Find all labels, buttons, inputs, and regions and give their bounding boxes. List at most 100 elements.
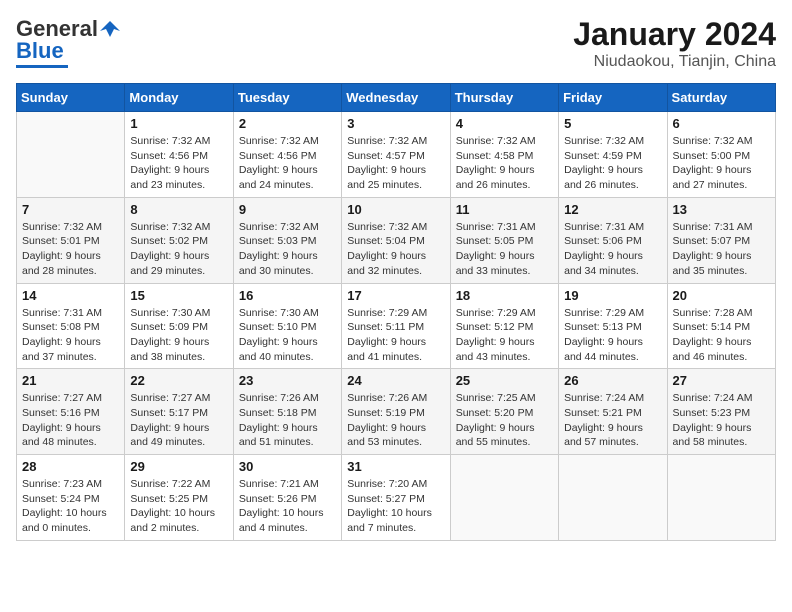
day-number: 14 [22, 288, 119, 303]
calendar-cell: 27Sunrise: 7:24 AMSunset: 5:23 PMDayligh… [667, 369, 775, 455]
logo-blue: Blue [16, 38, 64, 64]
day-detail: Sunrise: 7:32 AMSunset: 4:59 PMDaylight:… [564, 134, 661, 193]
day-number: 26 [564, 373, 661, 388]
day-detail: Sunrise: 7:21 AMSunset: 5:26 PMDaylight:… [239, 477, 336, 536]
day-number: 1 [130, 116, 227, 131]
calendar-cell: 1 Sunrise: 7:32 AMSunset: 4:56 PMDaylight… [125, 112, 233, 198]
day-number: 6 [673, 116, 770, 131]
day-number: 3 [347, 116, 444, 131]
calendar-cell: 4Sunrise: 7:32 AMSunset: 4:58 PMDaylight… [450, 112, 558, 198]
calendar-cell: 26Sunrise: 7:24 AMSunset: 5:21 PMDayligh… [559, 369, 667, 455]
calendar-week-row: 7 Sunrise: 7:32 AMSunset: 5:01 PMDaylight… [17, 197, 776, 283]
calendar-cell: 18Sunrise: 7:29 AMSunset: 5:12 PMDayligh… [450, 283, 558, 369]
calendar-cell: 7 Sunrise: 7:32 AMSunset: 5:01 PMDaylight… [17, 197, 125, 283]
weekday-header-row: SundayMondayTuesdayWednesdayThursdayFrid… [17, 84, 776, 112]
calendar-cell: 29 Sunrise: 7:22 AMSunset: 5:25 PMDayligh… [125, 455, 233, 541]
calendar-cell: 23 Sunrise: 7:26 AMSunset: 5:18 PMDayligh… [233, 369, 341, 455]
calendar-week-row: 1 Sunrise: 7:32 AMSunset: 4:56 PMDaylight… [17, 112, 776, 198]
day-detail: Sunrise: 7:28 AMSunset: 5:14 PMDaylight:… [673, 306, 770, 365]
day-detail: Sunrise: 7:32 AMSunset: 4:56 PMDaylight:… [130, 134, 227, 193]
calendar-cell: 2Sunrise: 7:32 AMSunset: 4:56 PMDaylight… [233, 112, 341, 198]
day-number: 7 [22, 202, 119, 217]
day-number: 28 [22, 459, 119, 474]
calendar-cell: 9 Sunrise: 7:32 AMSunset: 5:03 PMDaylight… [233, 197, 341, 283]
calendar-cell: 24 Sunrise: 7:26 AMSunset: 5:19 PMDayligh… [342, 369, 450, 455]
day-number: 12 [564, 202, 661, 217]
calendar-cell: 6 Sunrise: 7:32 AMSunset: 5:00 PMDaylight… [667, 112, 775, 198]
day-detail: Sunrise: 7:25 AMSunset: 5:20 PMDaylight:… [456, 391, 553, 450]
logo-bird-icon [100, 19, 120, 39]
calendar-cell: 12 Sunrise: 7:31 AMSunset: 5:06 PMDayligh… [559, 197, 667, 283]
day-number: 23 [239, 373, 336, 388]
day-number: 24 [347, 373, 444, 388]
day-detail: Sunrise: 7:27 AMSunset: 5:17 PMDaylight:… [130, 391, 227, 450]
day-number: 5 [564, 116, 661, 131]
day-number: 9 [239, 202, 336, 217]
day-detail: Sunrise: 7:31 AMSunset: 5:07 PMDaylight:… [673, 220, 770, 279]
calendar-cell: 16 Sunrise: 7:30 AMSunset: 5:10 PMDayligh… [233, 283, 341, 369]
calendar-cell: 11 Sunrise: 7:31 AMSunset: 5:05 PMDayligh… [450, 197, 558, 283]
location: Niudaokou, Tianjin, China [573, 53, 776, 71]
calendar-cell: 25 Sunrise: 7:25 AMSunset: 5:20 PMDayligh… [450, 369, 558, 455]
day-number: 18 [456, 288, 553, 303]
day-detail: Sunrise: 7:22 AMSunset: 5:25 PMDaylight:… [130, 477, 227, 536]
calendar-cell: 13 Sunrise: 7:31 AMSunset: 5:07 PMDayligh… [667, 197, 775, 283]
day-number: 15 [130, 288, 227, 303]
day-detail: Sunrise: 7:32 AMSunset: 5:00 PMDaylight:… [673, 134, 770, 193]
day-number: 10 [347, 202, 444, 217]
calendar-cell: 10 Sunrise: 7:32 AMSunset: 5:04 PMDayligh… [342, 197, 450, 283]
day-detail: Sunrise: 7:26 AMSunset: 5:19 PMDaylight:… [347, 391, 444, 450]
weekday-header: Sunday [17, 84, 125, 112]
day-number: 4 [456, 116, 553, 131]
weekday-header: Wednesday [342, 84, 450, 112]
day-number: 16 [239, 288, 336, 303]
calendar-cell [667, 455, 775, 541]
calendar-cell: 15 Sunrise: 7:30 AMSunset: 5:09 PMDayligh… [125, 283, 233, 369]
title-area: January 2024 Niudaokou, Tianjin, China [573, 16, 776, 71]
calendar-week-row: 14Sunrise: 7:31 AMSunset: 5:08 PMDayligh… [17, 283, 776, 369]
calendar-cell: 20 Sunrise: 7:28 AMSunset: 5:14 PMDayligh… [667, 283, 775, 369]
day-detail: Sunrise: 7:31 AMSunset: 5:06 PMDaylight:… [564, 220, 661, 279]
weekday-header: Thursday [450, 84, 558, 112]
calendar-cell: 21Sunrise: 7:27 AMSunset: 5:16 PMDayligh… [17, 369, 125, 455]
calendar-cell: 28 Sunrise: 7:23 AMSunset: 5:24 PMDayligh… [17, 455, 125, 541]
day-detail: Sunrise: 7:32 AMSunset: 5:01 PMDaylight:… [22, 220, 119, 279]
logo-underline [16, 65, 68, 68]
weekday-header: Friday [559, 84, 667, 112]
calendar-week-row: 21Sunrise: 7:27 AMSunset: 5:16 PMDayligh… [17, 369, 776, 455]
day-number: 19 [564, 288, 661, 303]
day-number: 21 [22, 373, 119, 388]
day-detail: Sunrise: 7:20 AMSunset: 5:27 PMDaylight:… [347, 477, 444, 536]
day-number: 13 [673, 202, 770, 217]
day-detail: Sunrise: 7:26 AMSunset: 5:18 PMDaylight:… [239, 391, 336, 450]
day-detail: Sunrise: 7:23 AMSunset: 5:24 PMDaylight:… [22, 477, 119, 536]
logo: General Blue [16, 16, 120, 68]
calendar-cell: 3Sunrise: 7:32 AMSunset: 4:57 PMDaylight… [342, 112, 450, 198]
day-detail: Sunrise: 7:32 AMSunset: 5:03 PMDaylight:… [239, 220, 336, 279]
calendar-cell [17, 112, 125, 198]
day-number: 31 [347, 459, 444, 474]
day-number: 20 [673, 288, 770, 303]
calendar-cell: 8Sunrise: 7:32 AMSunset: 5:02 PMDaylight… [125, 197, 233, 283]
day-detail: Sunrise: 7:30 AMSunset: 5:09 PMDaylight:… [130, 306, 227, 365]
day-detail: Sunrise: 7:32 AMSunset: 5:02 PMDaylight:… [130, 220, 227, 279]
day-number: 11 [456, 202, 553, 217]
day-detail: Sunrise: 7:30 AMSunset: 5:10 PMDaylight:… [239, 306, 336, 365]
day-number: 25 [456, 373, 553, 388]
calendar-cell: 22 Sunrise: 7:27 AMSunset: 5:17 PMDayligh… [125, 369, 233, 455]
day-detail: Sunrise: 7:31 AMSunset: 5:05 PMDaylight:… [456, 220, 553, 279]
calendar-cell: 19 Sunrise: 7:29 AMSunset: 5:13 PMDayligh… [559, 283, 667, 369]
day-detail: Sunrise: 7:29 AMSunset: 5:13 PMDaylight:… [564, 306, 661, 365]
calendar-cell [450, 455, 558, 541]
page-header: General Blue January 2024 Niudaokou, Tia… [16, 16, 776, 71]
calendar-cell: 30 Sunrise: 7:21 AMSunset: 5:26 PMDayligh… [233, 455, 341, 541]
day-detail: Sunrise: 7:24 AMSunset: 5:23 PMDaylight:… [673, 391, 770, 450]
calendar-cell: 14Sunrise: 7:31 AMSunset: 5:08 PMDayligh… [17, 283, 125, 369]
calendar-cell: 31 Sunrise: 7:20 AMSunset: 5:27 PMDayligh… [342, 455, 450, 541]
day-number: 30 [239, 459, 336, 474]
day-detail: Sunrise: 7:32 AMSunset: 5:04 PMDaylight:… [347, 220, 444, 279]
day-number: 22 [130, 373, 227, 388]
day-number: 29 [130, 459, 227, 474]
calendar-table: SundayMondayTuesdayWednesdayThursdayFrid… [16, 83, 776, 541]
weekday-header: Monday [125, 84, 233, 112]
